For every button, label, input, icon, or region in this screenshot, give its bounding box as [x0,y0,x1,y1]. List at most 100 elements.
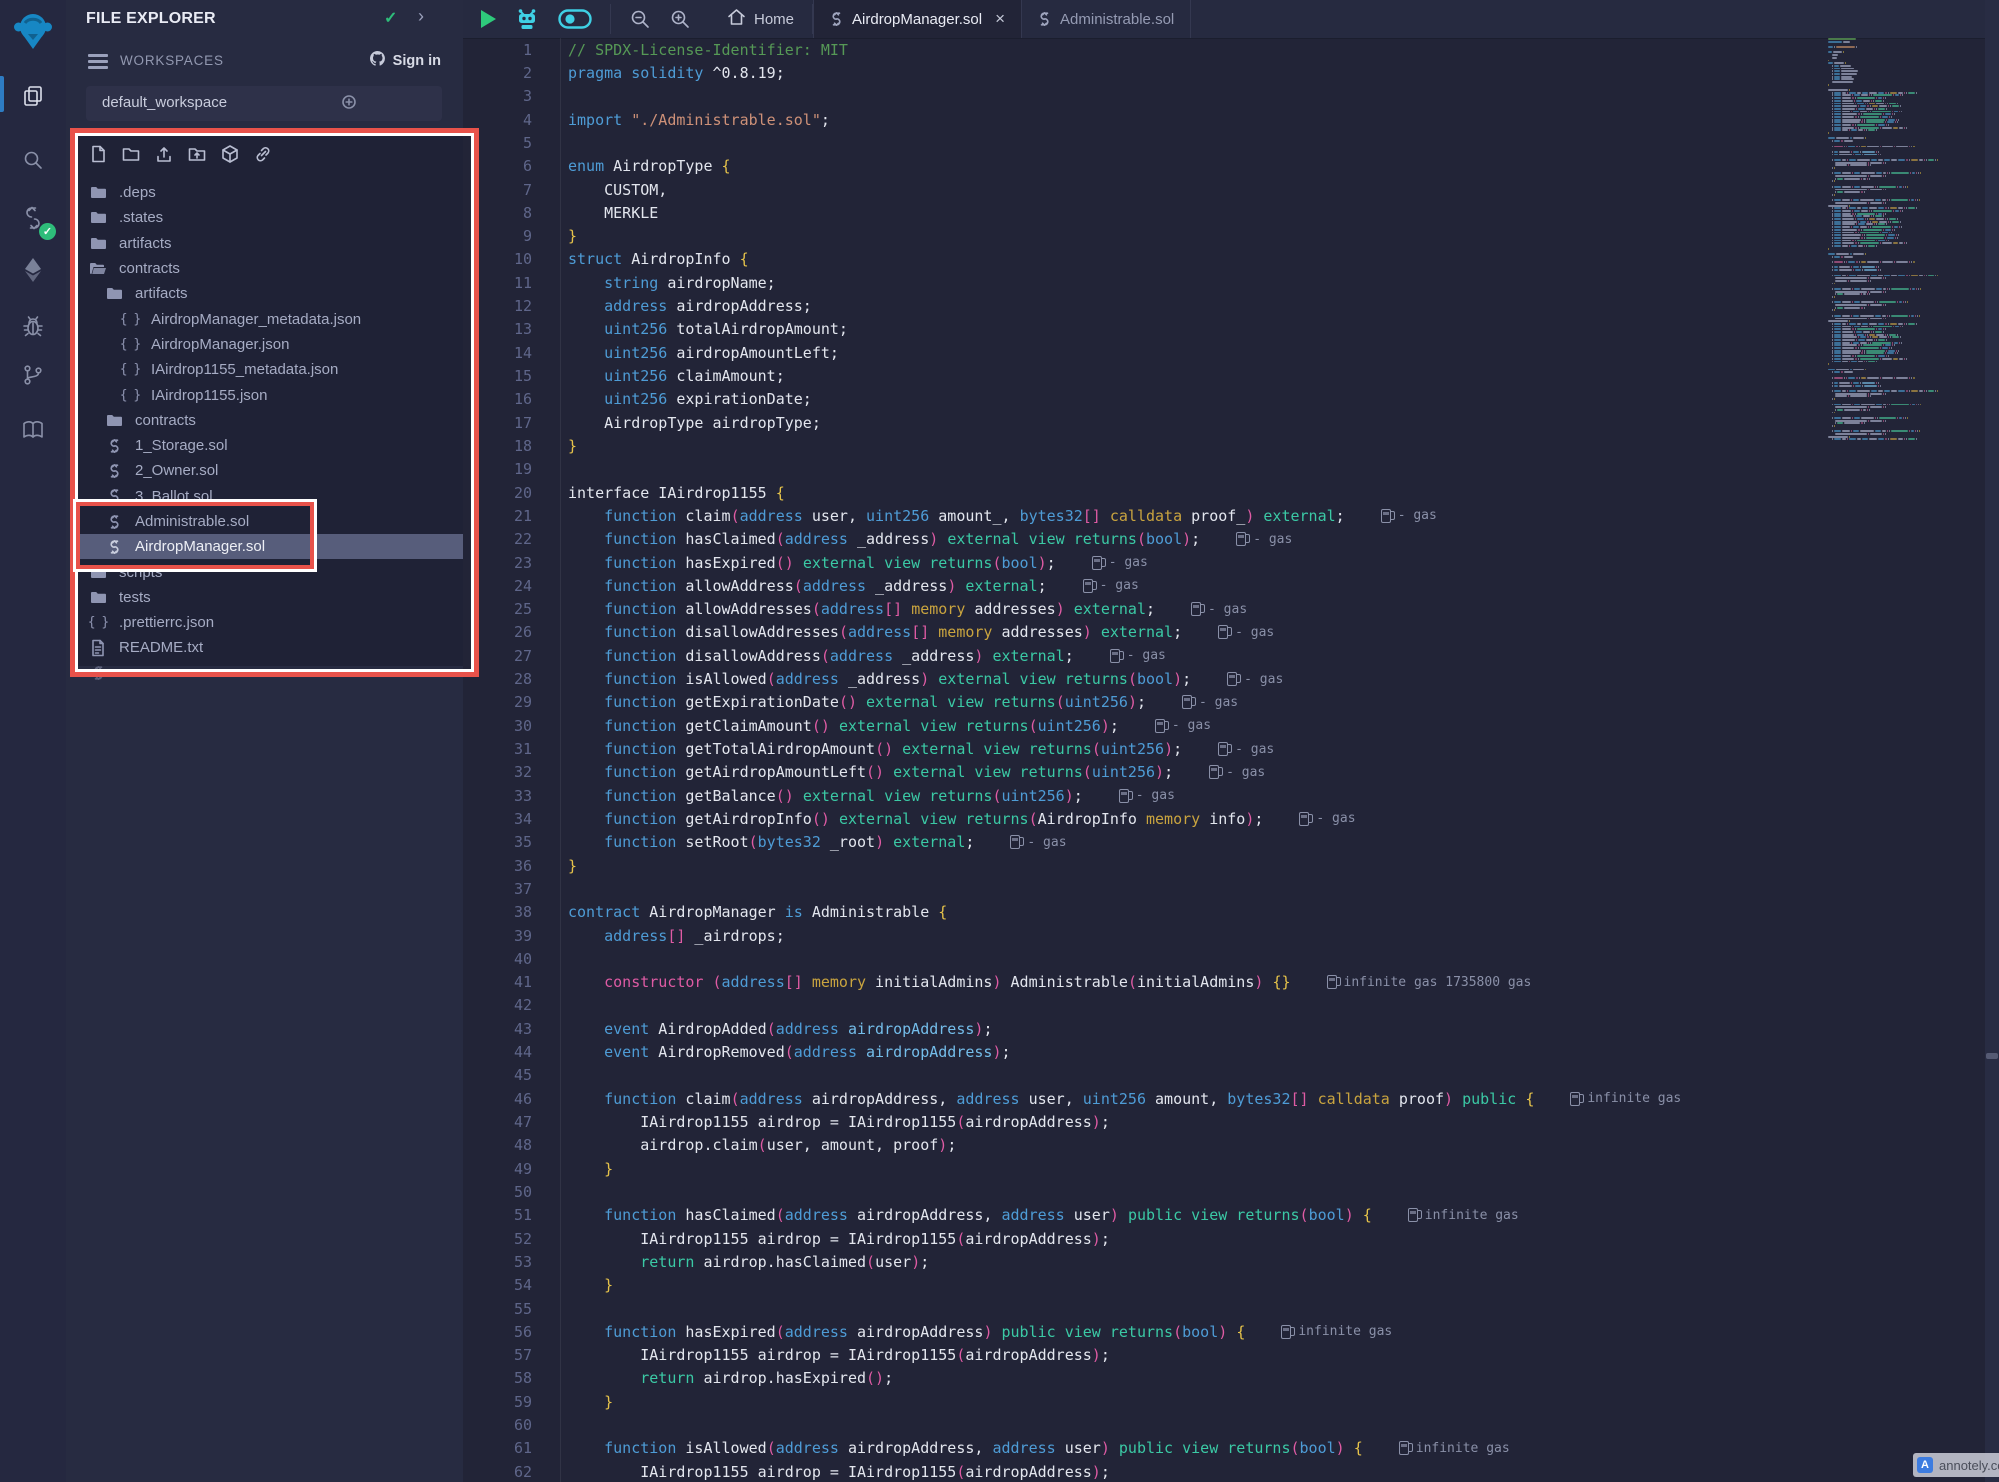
code-line[interactable]: 48 airdrop.claim(user, amount, proof); [463,1134,1828,1157]
tree-item-1-storage-sol[interactable]: 1_Storage.sol [72,433,463,458]
zoom-in-icon[interactable] [669,8,691,30]
file-explorer-icon[interactable] [0,76,66,116]
github-signin-button[interactable]: Sign in [369,50,441,71]
code-line[interactable]: 34 function getAirdropInfo() external vi… [463,807,1828,830]
code-line[interactable]: 32 function getAirdropAmountLeft() exter… [463,761,1828,784]
panel-expand-chevron-icon[interactable]: › [418,6,424,27]
tree-item-airdropmanager-json[interactable]: { }AirdropManager.json [72,332,463,357]
code-line[interactable]: 38contract AirdropManager is Administrab… [463,901,1828,924]
code-line[interactable]: 3 [463,85,1828,108]
create-new-file-icon[interactable] [88,144,108,164]
code-line[interactable]: 58 return airdrop.hasExpired(); [463,1367,1828,1390]
code-line[interactable]: 57 IAirdrop1155 airdrop = IAirdrop1155(a… [463,1344,1828,1367]
code-line[interactable]: 1// SPDX-License-Identifier: MIT [463,38,1828,61]
tab-airdropmanager-sol[interactable]: AirdropManager.sol× [813,0,1022,38]
code-line[interactable]: 59 } [463,1390,1828,1413]
code-line[interactable]: 5 [463,131,1828,154]
git-icon[interactable] [0,355,66,395]
remix-logo-icon[interactable] [0,8,66,54]
code-line[interactable]: 20interface IAirdrop1155 { [463,481,1828,504]
workspace-ok-check-icon[interactable]: ✓ [384,8,397,28]
code-line[interactable]: 36} [463,854,1828,877]
code-line[interactable]: 16 uint256 expirationDate; [463,388,1828,411]
code-line[interactable]: 31 function getTotalAirdropAmount() exte… [463,737,1828,760]
create-new-folder-icon[interactable] [121,144,141,164]
code-line[interactable]: 50 [463,1180,1828,1203]
code-line[interactable]: 17 AirdropType airdropType; [463,411,1828,434]
code-line[interactable]: 41 constructor (address[] memory initial… [463,971,1828,994]
workspace-select[interactable]: default_workspace [86,86,442,121]
code-line[interactable]: 43 event AirdropAdded(address airdropAdd… [463,1017,1828,1040]
code-line[interactable]: 13 uint256 totalAirdropAmount; [463,318,1828,341]
copilot-toggle[interactable] [558,9,592,29]
code-line[interactable]: 10struct AirdropInfo { [463,248,1828,271]
ai-copilot-icon[interactable] [514,8,540,30]
tree-item-artifacts[interactable]: artifacts [72,281,463,306]
code-line[interactable]: 37 [463,877,1828,900]
minimap[interactable] [1828,38,1985,446]
solidity-compiler-icon[interactable]: ✓ [0,198,66,238]
code-line[interactable]: 35 function setRoot(bytes32 _root) exter… [463,831,1828,854]
close-tab-icon[interactable]: × [995,9,1005,29]
tab-administrable-sol[interactable]: Administrable.sol [1022,0,1191,38]
code-line[interactable]: 24 function allowAddress(address _addres… [463,574,1828,597]
tree-item-iairdrop1155-json[interactable]: { }IAirdrop1155.json [72,382,463,407]
debugger-icon[interactable] [0,306,66,346]
code-line[interactable]: 52 IAirdrop1155 airdrop = IAirdrop1155(a… [463,1227,1828,1250]
tree-item-airdropmanager-sol[interactable]: AirdropManager.sol [72,534,463,559]
tree-item[interactable] [72,661,463,686]
tree-item-2-owner-sol[interactable]: 2_Owner.sol [72,458,463,483]
code-line[interactable]: 39 address[] _airdrops; [463,924,1828,947]
tree-item-tests[interactable]: tests [72,585,463,610]
code-line[interactable]: 55 [463,1297,1828,1320]
zoom-out-icon[interactable] [629,8,651,30]
search-icon[interactable] [0,140,66,180]
code-line[interactable]: 7 CUSTOM, [463,178,1828,201]
code-line[interactable]: 15 uint256 claimAmount; [463,364,1828,387]
plugin-tutorials-icon[interactable] [0,410,66,450]
code-line[interactable]: 54 } [463,1274,1828,1297]
tree-item-readme-txt[interactable]: README.txt [72,635,463,660]
code-line[interactable]: 14 uint256 airdropAmountLeft; [463,341,1828,364]
code-line[interactable]: 6enum AirdropType { [463,155,1828,178]
scrollbar-thumb[interactable] [1986,1053,1998,1059]
code-line[interactable]: 44 event AirdropRemoved(address airdropA… [463,1040,1828,1063]
tree-item-airdropmanager-metadata-json[interactable]: { }AirdropManager_metadata.json [72,306,463,331]
code-line[interactable]: 42 [463,994,1828,1017]
code-line[interactable]: 49 } [463,1157,1828,1180]
code-editor[interactable]: 1// SPDX-License-Identifier: MIT2pragma … [463,38,1828,1482]
code-line[interactable]: 4import "./Administrable.sol"; [463,108,1828,131]
code-line[interactable]: 56 function hasExpired(address airdropAd… [463,1320,1828,1343]
code-line[interactable]: 60 [463,1413,1828,1436]
code-line[interactable]: 29 function getExpirationDate() external… [463,691,1828,714]
external-link-icon[interactable] [253,144,273,164]
code-line[interactable]: 40 [463,947,1828,970]
publish-to-ipfs-icon[interactable] [220,144,240,164]
code-line[interactable]: 8 MERKLE [463,201,1828,224]
tree-item-iairdrop1155-metadata-json[interactable]: { }IAirdrop1155_metadata.json [72,357,463,382]
code-line[interactable]: 47 IAirdrop1155 airdrop = IAirdrop1155(a… [463,1110,1828,1133]
deploy-run-icon[interactable] [0,250,66,290]
tree-item-artifacts[interactable]: artifacts [72,231,463,256]
code-line[interactable]: 12 address airdropAddress; [463,294,1828,317]
tree-item--prettierrc-json[interactable]: { }.prettierrc.json [72,610,463,635]
code-line[interactable]: 19 [463,458,1828,481]
code-line[interactable]: 2pragma solidity ^0.8.19; [463,61,1828,84]
tree-item-administrable-sol[interactable]: Administrable.sol [72,509,463,534]
code-line[interactable]: 9} [463,225,1828,248]
code-line[interactable]: 21 function claim(address user, uint256 … [463,504,1828,527]
code-line[interactable]: 27 function disallowAddress(address _add… [463,644,1828,667]
code-line[interactable]: 18} [463,434,1828,457]
code-line[interactable]: 33 function getBalance() external view r… [463,784,1828,807]
code-line[interactable]: 51 function hasClaimed(address airdropAd… [463,1204,1828,1227]
code-line[interactable]: 25 function allowAddresses(address[] mem… [463,598,1828,621]
tree-item-contracts[interactable]: contracts [72,408,463,433]
upload-file-icon[interactable] [154,144,174,164]
tree-item--deps[interactable]: .deps [72,180,463,205]
code-line[interactable]: 46 function claim(address airdropAddress… [463,1087,1828,1110]
code-line[interactable]: 62 IAirdrop1155 airdrop = IAirdrop1155(a… [463,1460,1828,1482]
code-line[interactable]: 61 function isAllowed(address airdropAdd… [463,1437,1828,1460]
tree-item--states[interactable]: .states [72,205,463,230]
code-line[interactable]: 11 string airdropName; [463,271,1828,294]
upload-folder-icon[interactable] [187,144,207,164]
